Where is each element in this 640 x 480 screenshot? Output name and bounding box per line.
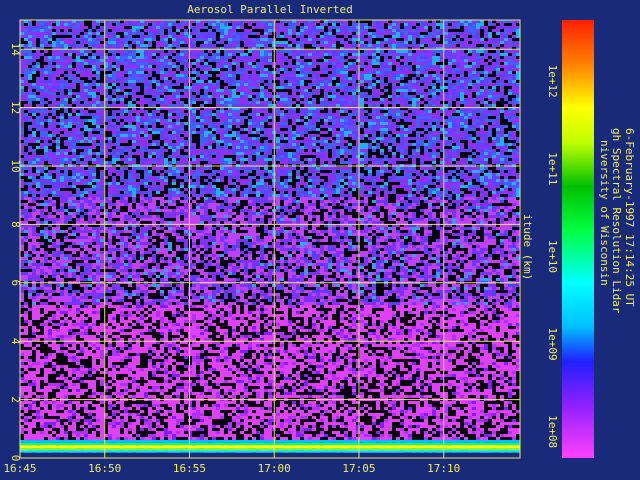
x-tick-label: 17:10: [427, 462, 460, 475]
colorbar-tick-label: 1e+11: [546, 152, 559, 185]
x-tick-label: 16:55: [173, 462, 206, 475]
colorbar-tick-label: 1e+10: [546, 240, 559, 273]
y-tick-label: 6: [9, 279, 22, 286]
chart-svg: 0 2 4 6 8 10 12 14 16:45 16:50 16:55 17:00 17:05 17:…: [3, 3, 636, 475]
y-tick-label: 0: [9, 455, 22, 462]
annotation-line-1: niversity of Wisconsin: [598, 140, 611, 286]
surface-band-stripe: [20, 448, 520, 451]
colorbar-tick-labels: 1e+12 1e+11 1e+10 1e+09 1e+08: [546, 65, 559, 449]
surface-band-stripe: [20, 450, 520, 453]
y-tick-label: 4: [9, 338, 22, 345]
y-tick-label: 2: [9, 396, 22, 403]
x-tick-label: 16:45: [3, 462, 36, 475]
lidar-figure: 0 2 4 6 8 10 12 14 16:45 16:50 16:55 17:00 17:05 17:…: [0, 0, 640, 480]
plot-area: [20, 20, 520, 458]
x-tick-label: 17:05: [342, 462, 375, 475]
y-axis-label: itude (km): [521, 214, 534, 280]
annotation-line-3: 6-February-1997 17:14:25 UT: [623, 128, 636, 307]
x-tick-labels: 16:45 16:50 16:55 17:00 17:05 17:10: [3, 462, 460, 475]
colorbar-tick-label: 1e+12: [546, 65, 559, 98]
surface-band-stripe: [20, 445, 520, 449]
instrument-annotation: niversity of Wisconsin gh Spectral Resol…: [598, 128, 636, 314]
surface-band-stripe: [20, 439, 520, 443]
colorbar: [562, 20, 594, 458]
y-tick-label: 14: [9, 43, 22, 57]
colorbar-tick-label: 1e+09: [546, 327, 559, 360]
annotation-line-2: gh Spectral Resolution Lidar: [610, 128, 623, 314]
colorbar-tick-label: 1e+08: [546, 415, 559, 448]
surface-band-stripe: [20, 452, 520, 458]
chart-title: Aerosol Parallel Inverted: [187, 3, 353, 16]
y-tick-label: 12: [9, 101, 22, 114]
y-tick-label: 8: [9, 221, 22, 228]
surface-return-band: [20, 439, 520, 458]
surface-band-stripe: [20, 442, 520, 446]
y-tick-label: 10: [9, 159, 22, 172]
x-tick-label: 16:50: [88, 462, 121, 475]
x-tick-label: 17:00: [258, 462, 291, 475]
